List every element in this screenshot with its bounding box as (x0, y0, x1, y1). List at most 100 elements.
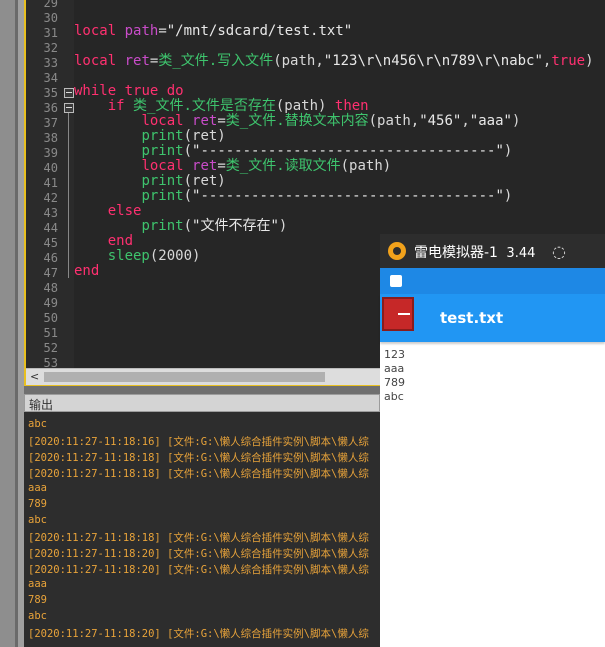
file-content-line: 789 (384, 376, 405, 389)
output-line: [2020:11:27-11:18:16] [文件:G:\懒人综合插件实例\脚本… (28, 436, 369, 448)
output-line: abc (28, 514, 47, 526)
output-header: 输出 (24, 394, 380, 412)
line-number: 49 (43, 296, 58, 310)
code-token: ) (585, 53, 594, 69)
code-line: local ret=类_文件.写入文件(path,"123\r\n456\r\n… (74, 54, 594, 69)
notification-icon (390, 275, 402, 287)
line-number: 34 (43, 71, 58, 85)
code-line: end (74, 234, 133, 249)
output-line: [2020:11:27-11:18:18] [文件:G:\懒人综合插件实例\脚本… (28, 452, 369, 464)
code-token: = (217, 158, 226, 174)
back-button[interactable] (382, 297, 414, 331)
code-line: else (74, 203, 142, 219)
file-content-line: 123 (384, 348, 405, 361)
code-line: print("---------------------------------… (74, 189, 512, 204)
fold-margin (62, 0, 74, 368)
code-token: (path, (368, 113, 420, 129)
code-line: print("文件不存在") (74, 219, 287, 234)
code-token: if (107, 98, 125, 114)
line-number: 48 (43, 281, 58, 295)
code-token: 类_文件.替换文本内容 (225, 113, 369, 129)
code-token: ) (511, 113, 521, 129)
code-token: local (74, 53, 117, 69)
code-line: print(ret) (74, 173, 226, 189)
code-token: , (461, 113, 470, 129)
line-number: 30 (43, 11, 58, 25)
app-toolbar: test.txt (380, 294, 605, 342)
line-number: 42 (43, 191, 58, 205)
output-line: abc (28, 610, 47, 622)
scroll-thumb[interactable] (44, 372, 325, 382)
output-line: aaa (28, 482, 47, 494)
output-line: [2020:11:27-11:18:20] [文件:G:\懒人综合插件实例\脚本… (28, 628, 369, 640)
line-number-gutter: 29 30 31 32 33 34 35 36 37 38 39 40 41 42 43 44 45 46 47 48… (26, 0, 62, 370)
code-token: end (74, 263, 100, 279)
code-line: sleep(2000) (74, 248, 201, 264)
emulator-window: 雷电模拟器-1 3.44 ◌ test.txt 123 aaa 789 abc (380, 234, 605, 647)
ldplayer-logo-icon (388, 242, 406, 260)
code-token: "456" (419, 113, 462, 129)
line-number: 51 (43, 326, 58, 340)
emulator-version: 3.44 (506, 246, 536, 261)
code-token: ( (183, 143, 193, 159)
code-line: local path="/mnt/sdcard/test.txt" (74, 24, 352, 39)
code-token: 类_文件.文件是否存在 (133, 98, 276, 114)
code-token: ) (503, 188, 513, 204)
code-token: print (141, 218, 184, 234)
gamepad-icon[interactable]: ◌ (552, 242, 566, 261)
code-token: true (551, 53, 586, 69)
code-line: end (74, 264, 99, 279)
fold-toggle-if[interactable] (64, 103, 74, 113)
output-line: 789 (28, 498, 47, 510)
output-line: [2020:11:27-11:18:18] [文件:G:\懒人综合插件实例\脚本… (28, 532, 369, 544)
code-token: while (74, 83, 117, 99)
code-token: true (124, 83, 159, 99)
code-token: then (334, 98, 369, 114)
code-token: "aaa" (469, 113, 512, 129)
line-number: 37 (43, 116, 58, 130)
code-token: "-----------------------------------" (192, 188, 504, 204)
code-line: print("---------------------------------… (74, 144, 512, 159)
line-number: 33 (43, 56, 58, 70)
output-line: [2020:11:27-11:18:20] [文件:G:\懒人综合插件实例\脚本… (28, 548, 369, 560)
output-line: [2020:11:27-11:18:18] [文件:G:\懒人综合插件实例\脚本… (28, 468, 369, 480)
line-number: 35 (43, 86, 58, 100)
line-number: 39 (43, 146, 58, 160)
line-number: 44 (43, 221, 58, 235)
line-number: 38 (43, 131, 58, 145)
app-title: test.txt (440, 309, 504, 327)
code-token: sleep (107, 248, 150, 264)
code-token: end (107, 233, 134, 249)
line-number: 36 (43, 101, 58, 115)
left-strip (0, 0, 15, 647)
output-log[interactable]: abc [2020:11:27-11:18:16] [文件:G:\懒人综合插件实例… (24, 412, 380, 647)
code-token: local (141, 158, 184, 174)
code-token: ) (278, 218, 288, 234)
fold-guide-while (68, 113, 69, 278)
code-token: 类_文件.读取文件 (225, 158, 341, 174)
scroll-left-icon[interactable]: < (30, 370, 39, 383)
output-line: [2020:11:27-11:18:20] [文件:G:\懒人综合插件实例\脚本… (28, 564, 369, 576)
left-divider (15, 0, 18, 647)
code-line: if 类_文件.文件是否存在(path) then (74, 99, 369, 114)
code-token: (ret) (183, 173, 226, 189)
output-title: 输出 (29, 398, 54, 412)
fold-toggle-while[interactable] (64, 88, 74, 98)
